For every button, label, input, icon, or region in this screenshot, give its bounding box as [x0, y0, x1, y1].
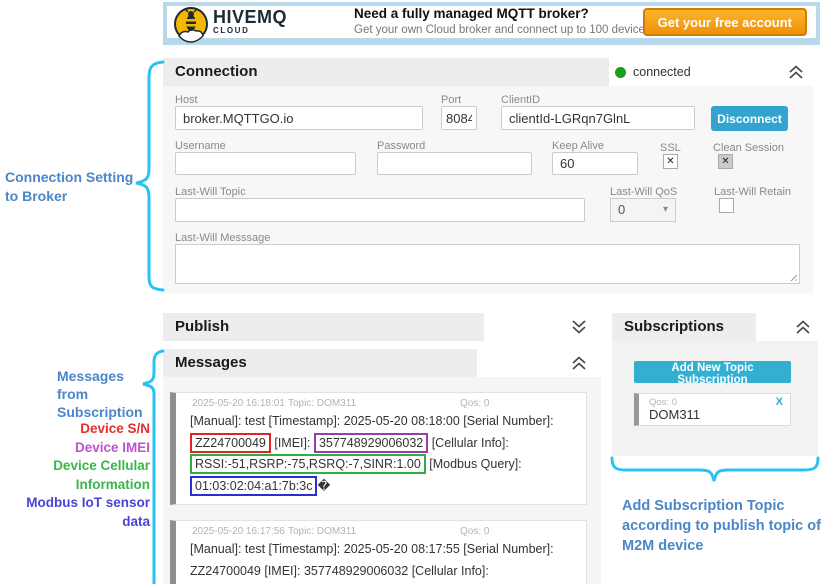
message-payload: [Manual]: test [Timestamp]: 2025-05-20 0…	[185, 411, 578, 497]
hivemq-wordmark: HIVEMQ CLOUD	[213, 8, 287, 35]
add-new-topic-subscription-button[interactable]: Add New Topic Subscription	[634, 361, 791, 383]
message-segment-sn: ZZ24700049	[190, 433, 271, 453]
select-caret-icon: ▾	[663, 199, 668, 221]
clean-session-label: Clean Session	[713, 142, 784, 154]
username-input[interactable]	[175, 152, 356, 175]
port-label: Port	[441, 94, 461, 106]
message-segment-none: [Cellular Info]:	[428, 436, 509, 450]
messages-collapse-chevron-double-up-icon[interactable]	[570, 355, 588, 371]
lastwill-retain-checkbox[interactable]	[719, 198, 734, 213]
messages-panel: Messages 2025-05-20 16:18:01 Topic: DOM3…	[163, 349, 601, 584]
lastwill-topic-input[interactable]	[175, 198, 585, 222]
lastwill-qos-select[interactable]: 0 ▾	[610, 198, 676, 222]
connection-form: Host Port ClientID Disconnect Username P…	[163, 86, 813, 293]
connection-panel: Connection connected Host Port ClientID …	[163, 58, 813, 293]
ssl-label: SSL	[660, 142, 681, 154]
get-free-account-button[interactable]: Get your free account	[643, 8, 807, 36]
lastwill-qos-value: 0	[618, 202, 625, 217]
connection-collapse-chevron-double-up-icon[interactable]	[787, 64, 805, 80]
keepalive-input[interactable]	[552, 152, 638, 175]
message-segment-none: [Manual]: test [Timestamp]: 2025-05-20 0…	[190, 414, 554, 428]
subscriptions-body: Add New Topic Subscription Qos: 0 X DOM3…	[612, 341, 818, 456]
hivemq-bee-logo-icon	[172, 6, 210, 44]
device-imei-label: Device IMEI	[0, 439, 150, 458]
messages-from-subscription-note: Messages from Subscription	[57, 367, 143, 421]
message-segment-none: [Manual]: test [Timestamp]: 2025-05-20 0…	[190, 542, 554, 584]
message-meta: 2025-05-20 16:18:01 Topic: DOM311 Qos: 0	[185, 398, 578, 409]
connection-status: connected	[615, 58, 691, 86]
message-payload: [Manual]: test [Timestamp]: 2025-05-20 0…	[185, 539, 578, 584]
connection-status-text: connected	[633, 65, 691, 79]
clean-session-checkbox[interactable]	[718, 154, 733, 169]
publish-expand-chevron-double-down-icon[interactable]	[570, 319, 588, 335]
message-timestamp: 2025-05-20 16:18:01	[192, 398, 288, 409]
message-card: 2025-05-20 16:17:56 Topic: DOM311 Qos: 0…	[170, 520, 587, 584]
keepalive-label: Keep Alive	[552, 140, 604, 152]
device-cellular-label: Device Cellular Information	[0, 457, 150, 494]
subscription-topic: DOM311	[649, 407, 700, 422]
subscriptions-title: Subscriptions	[612, 313, 756, 341]
clientid-input[interactable]	[501, 106, 695, 130]
modbus-sensor-label: Modbus IoT sensor data	[0, 494, 150, 531]
host-input[interactable]	[175, 106, 423, 130]
message-segment-none: [IMEI]:	[271, 436, 314, 450]
banner-inner: HIVEMQ CLOUD Need a fully managed MQTT b…	[167, 6, 816, 38]
message-segment-none: �	[317, 479, 330, 493]
message-topic: Topic: DOM311	[288, 526, 460, 537]
message-qos: Qos: 0	[460, 398, 489, 409]
message-meta: 2025-05-20 16:17:56 Topic: DOM311 Qos: 0	[185, 526, 578, 537]
subscriptions-brace	[612, 458, 818, 481]
lastwill-qos-label: Last-Will QoS	[610, 186, 677, 198]
remove-subscription-button[interactable]: X	[776, 396, 783, 408]
disconnect-button[interactable]: Disconnect	[711, 106, 788, 131]
clientid-label: ClientID	[501, 94, 540, 106]
message-segment-imei: 357748929006032	[314, 433, 428, 453]
messages-header: Messages	[163, 349, 477, 377]
message-qos: Qos: 0	[460, 526, 489, 537]
subscriptions-header: Subscriptions	[612, 313, 756, 341]
username-label: Username	[175, 140, 226, 152]
brand-sub: CLOUD	[213, 27, 287, 35]
device-field-legend: Device S/N Device IMEI Device Cellular I…	[0, 420, 150, 531]
subscriptions-collapse-chevron-double-up-icon[interactable]	[794, 319, 812, 335]
add-subscription-topic-note: Add Subscription Topic according to publ…	[622, 496, 821, 556]
mqtt-client-page: HIVEMQ CLOUD Need a fully managed MQTT b…	[0, 0, 827, 584]
hivemq-ad-banner: HIVEMQ CLOUD Need a fully managed MQTT b…	[163, 2, 820, 45]
connected-dot-icon	[615, 67, 626, 78]
port-input[interactable]	[441, 106, 477, 130]
password-label: Password	[377, 140, 425, 152]
message-card: 2025-05-20 16:18:01 Topic: DOM311 Qos: 0…	[170, 392, 587, 505]
connection-setting-note: Connection Setting to Broker	[5, 168, 133, 206]
connection-header: Connection	[163, 58, 609, 86]
messages-list: 2025-05-20 16:18:01 Topic: DOM311 Qos: 0…	[163, 377, 601, 584]
message-segment-cell: RSSI:-51,RSRP:-75,RSRQ:-7,SINR:1.00	[190, 454, 426, 474]
connection-brace	[136, 62, 163, 290]
publish-title: Publish	[163, 313, 484, 341]
lastwill-retain-label: Last-Will Retain	[714, 186, 791, 198]
lastwill-message-label: Last-Will Messsage	[175, 232, 270, 244]
lastwill-message-textarea[interactable]	[175, 244, 800, 284]
publish-header: Publish	[163, 313, 484, 341]
host-label: Host	[175, 94, 198, 106]
subscription-card: Qos: 0 X DOM311	[634, 393, 791, 426]
message-timestamp: 2025-05-20 16:17:56	[192, 526, 288, 537]
brand-name: HIVEMQ	[213, 8, 287, 26]
lastwill-topic-label: Last-Will Topic	[175, 186, 246, 198]
password-input[interactable]	[377, 152, 532, 175]
subscriptions-panel: Subscriptions Add New Topic Subscription…	[612, 313, 818, 456]
message-topic: Topic: DOM311	[288, 398, 460, 409]
message-segment-modbus: 01:03:02:04:a1:7b:3c	[190, 476, 317, 496]
ssl-checkbox[interactable]	[663, 154, 678, 169]
connection-title: Connection	[163, 58, 609, 86]
device-sn-label: Device S/N	[0, 420, 150, 439]
message-segment-none: [Modbus Query]:	[426, 457, 522, 471]
messages-title: Messages	[163, 349, 477, 377]
